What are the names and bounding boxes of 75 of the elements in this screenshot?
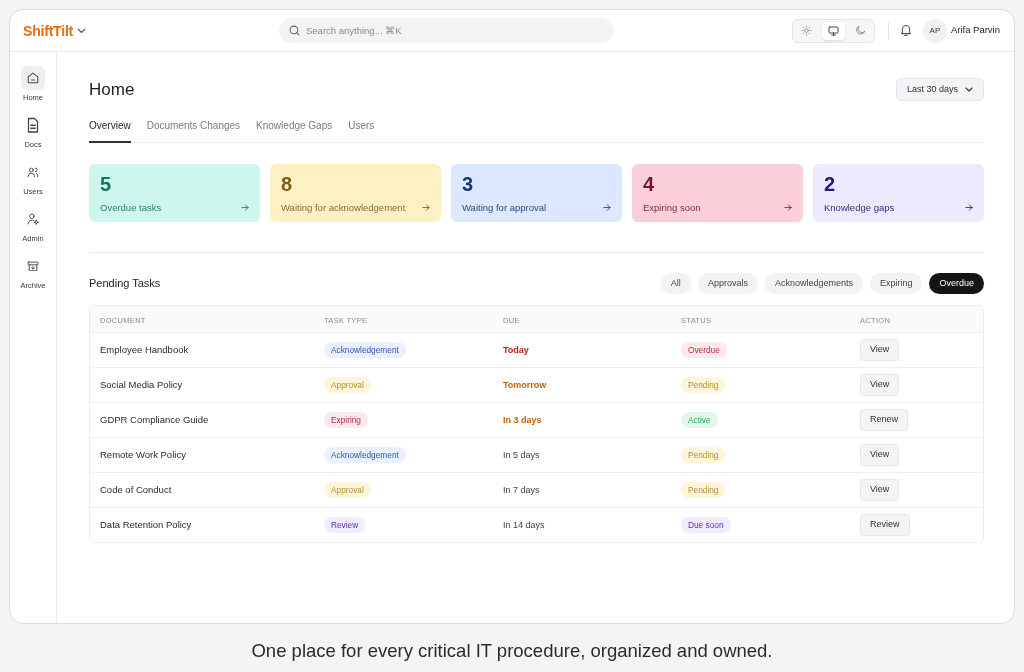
monitor-icon [827, 25, 839, 36]
arrow-right-icon [603, 204, 611, 212]
stat-value: 5 [100, 172, 113, 196]
due-date: Today [503, 345, 529, 356]
action-button[interactable]: Renew [860, 409, 908, 431]
action-button[interactable]: View [860, 339, 900, 361]
filter-chip[interactable]: Acknowledgements [764, 273, 863, 294]
document-name: Employee Handbook [100, 344, 189, 356]
stat-label: Knowledge gaps [824, 202, 895, 214]
arrow-right-icon [241, 204, 249, 212]
app-logo: ShiftTilt [23, 23, 74, 38]
arrow-right-icon [965, 204, 973, 212]
stat-label: Expiring soon [643, 202, 701, 214]
stat-label: Waiting for acknowledgement [281, 202, 406, 214]
status-tag: Pending [681, 482, 726, 498]
due-date: In 3 days [503, 415, 542, 426]
filter-chip[interactable]: All [660, 273, 691, 294]
document-name: Data Retention Policy [100, 519, 192, 531]
stat-label: Overdue tasks [100, 202, 162, 214]
action-button[interactable]: View [860, 479, 900, 501]
search-field[interactable]: Search anything... ⌘K [279, 18, 614, 43]
sun-icon [800, 25, 812, 36]
search-icon [289, 25, 300, 36]
arrow-right-icon [784, 204, 792, 212]
tab[interactable]: Documents Changes [146, 114, 241, 143]
document-name: Code of Conduct [100, 484, 172, 496]
tab[interactable]: Overview [89, 114, 131, 143]
task-type-tag: Expiring [324, 412, 368, 428]
due-date: Tomorrow [503, 380, 547, 391]
status-tag: Overdue [681, 342, 727, 358]
moon-icon [854, 25, 866, 36]
arrow-right-icon [422, 204, 430, 212]
status-tag: Active [681, 412, 718, 428]
filter-chip[interactable]: Overdue [929, 273, 984, 294]
caret-icon [965, 87, 973, 92]
caret-icon[interactable] [77, 27, 87, 34]
action-button[interactable]: View [860, 374, 900, 396]
task-type-tag: Approval [324, 377, 371, 393]
due-date: In 7 days [503, 485, 540, 496]
document-name: GDPR Compliance Guide [100, 414, 209, 426]
system-theme-button[interactable] [821, 21, 845, 40]
status-tag: Pending [681, 447, 726, 463]
status-tag: Due soon [681, 517, 731, 533]
stat-value: 3 [462, 172, 475, 196]
action-button[interactable]: View [860, 444, 900, 466]
filter-chip[interactable]: Approvals [697, 273, 758, 294]
section-title: Pending Tasks [89, 276, 161, 292]
due-date: In 14 days [503, 520, 545, 531]
tab[interactable]: Knowledge Gaps [256, 114, 333, 143]
bell-icon[interactable] [899, 24, 912, 37]
stat-value: 2 [824, 172, 837, 196]
action-button[interactable]: Review [860, 514, 910, 536]
user-avatar[interactable]: AP [922, 18, 947, 43]
stat-card[interactable]: 3 Waiting for approval [451, 164, 622, 222]
caption-text: One place for every critical IT procedure, organized and owned. [251, 640, 773, 661]
stat-card[interactable]: 2 Knowledge gaps [813, 164, 984, 222]
stat-card[interactable]: 5 Overdue tasks [89, 164, 260, 222]
filter-chip[interactable]: Expiring [869, 273, 923, 294]
stat-card[interactable]: 8 Waiting for acknowledgement [270, 164, 441, 222]
status-tag: Pending [681, 377, 726, 393]
task-type-tag: Acknowledgement [324, 447, 406, 463]
date-range-dropdown[interactable]: Last 30 days [895, 78, 984, 101]
page-title: Home [89, 79, 135, 101]
document-name: Social Media Policy [100, 379, 183, 391]
task-type-tag: Approval [324, 482, 371, 498]
stat-label: Waiting for approval [462, 202, 547, 214]
task-type-tag: Review [324, 517, 366, 533]
due-date: In 5 days [503, 450, 540, 461]
user-name: Arifa Parvin [950, 23, 1000, 38]
task-type-tag: Acknowledgement [324, 342, 406, 358]
stat-value: 4 [643, 172, 656, 196]
stat-card[interactable]: 4 Expiring soon [632, 164, 803, 222]
tab[interactable]: Users [348, 114, 375, 143]
stat-value: 8 [281, 172, 294, 196]
document-name: Remote Work Policy [100, 449, 186, 461]
